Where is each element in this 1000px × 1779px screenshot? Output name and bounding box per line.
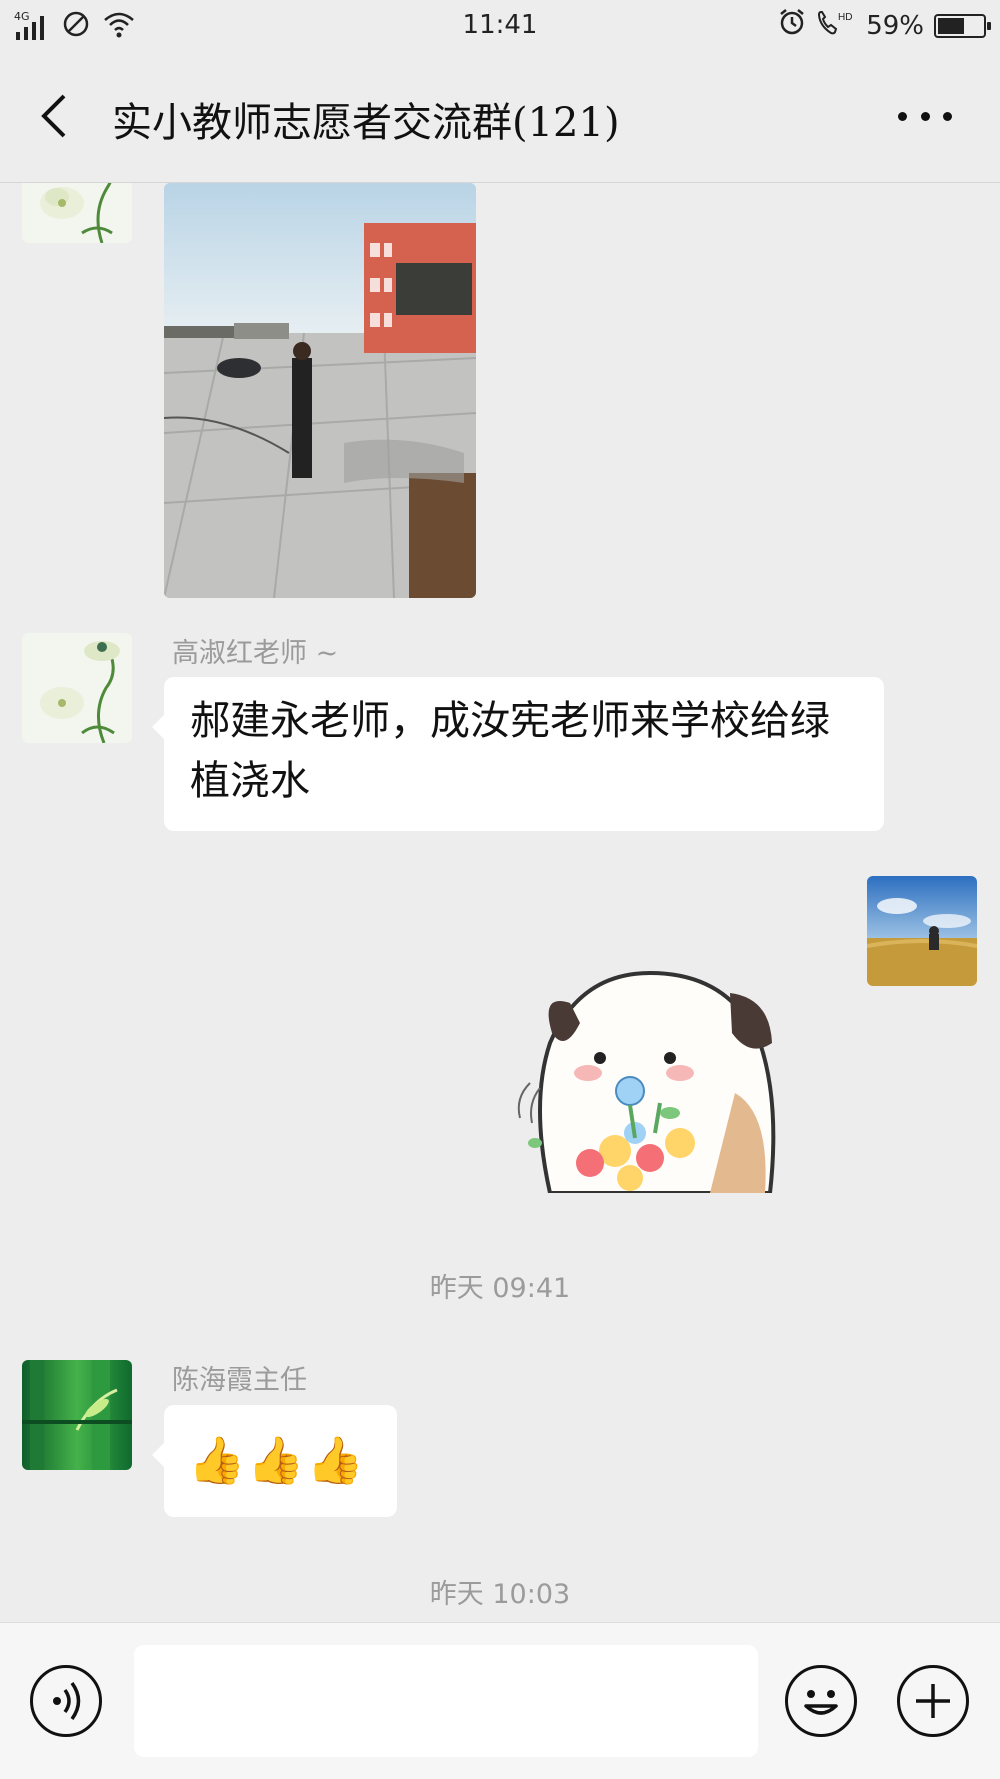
- field-avatar-icon: [867, 876, 977, 986]
- voice-button[interactable]: [30, 1665, 102, 1737]
- dog-with-flowers-sticker-icon: [517, 970, 776, 1195]
- more-button[interactable]: [898, 108, 952, 124]
- more-icon: [898, 111, 907, 121]
- flower-avatar-icon: [22, 633, 132, 743]
- bamboo-avatar-icon: [22, 1360, 132, 1470]
- avatar[interactable]: [22, 1360, 132, 1470]
- text-bubble[interactable]: 👍👍👍: [152, 1405, 397, 1517]
- chat-header: 实小教师志愿者交流群(121): [0, 50, 1000, 183]
- timestamp: 昨天 09:41: [429, 1273, 571, 1304]
- image-message[interactable]: [164, 183, 476, 598]
- photo-schoolyard-watering-icon: [164, 183, 476, 598]
- sender-name: 高淑红老师 ~: [172, 638, 339, 669]
- hd-call-icon: HD: [816, 8, 856, 43]
- flower-avatar-icon: [22, 183, 132, 243]
- avatar[interactable]: [867, 876, 977, 986]
- message-input[interactable]: [134, 1645, 758, 1757]
- avatar[interactable]: [22, 183, 132, 243]
- svg-text:HD: HD: [838, 12, 852, 23]
- plus-button[interactable]: [897, 1665, 969, 1737]
- chat-title: 实小教师志愿者交流群(121): [112, 100, 620, 146]
- alarm-icon: [778, 8, 806, 43]
- battery-icon: [934, 13, 991, 38]
- chevron-left-icon: [41, 94, 66, 138]
- text-bubble[interactable]: 郝建永老师，成汝宪老师来学校给绿植浇水: [152, 677, 884, 831]
- back-button[interactable]: [30, 88, 80, 144]
- battery-percent: 59%: [866, 10, 924, 41]
- voice-icon: [53, 1681, 81, 1721]
- sticker-message[interactable]: [510, 963, 810, 1195]
- message-list[interactable]: 高淑红老师 ~ 郝建永老师，成汝宪老师来学校给绿植浇水 昨天 09:41 陈海霞…: [0, 183, 1000, 1621]
- emoji-icon: [804, 1690, 838, 1715]
- plus-icon: [916, 1684, 950, 1718]
- sender-name: 陈海霞主任: [172, 1365, 307, 1396]
- message-text: 👍👍👍: [188, 1433, 366, 1487]
- emoji-button[interactable]: [785, 1665, 857, 1737]
- status-bar: 4G 11:41 HD 59%: [0, 0, 1000, 50]
- avatar[interactable]: [22, 633, 132, 743]
- timestamp: 昨天 10:03: [429, 1579, 571, 1610]
- message-text: 郝建永老师，成汝宪老师来学校给绿植浇水: [190, 698, 830, 804]
- input-bar: [0, 1622, 1000, 1779]
